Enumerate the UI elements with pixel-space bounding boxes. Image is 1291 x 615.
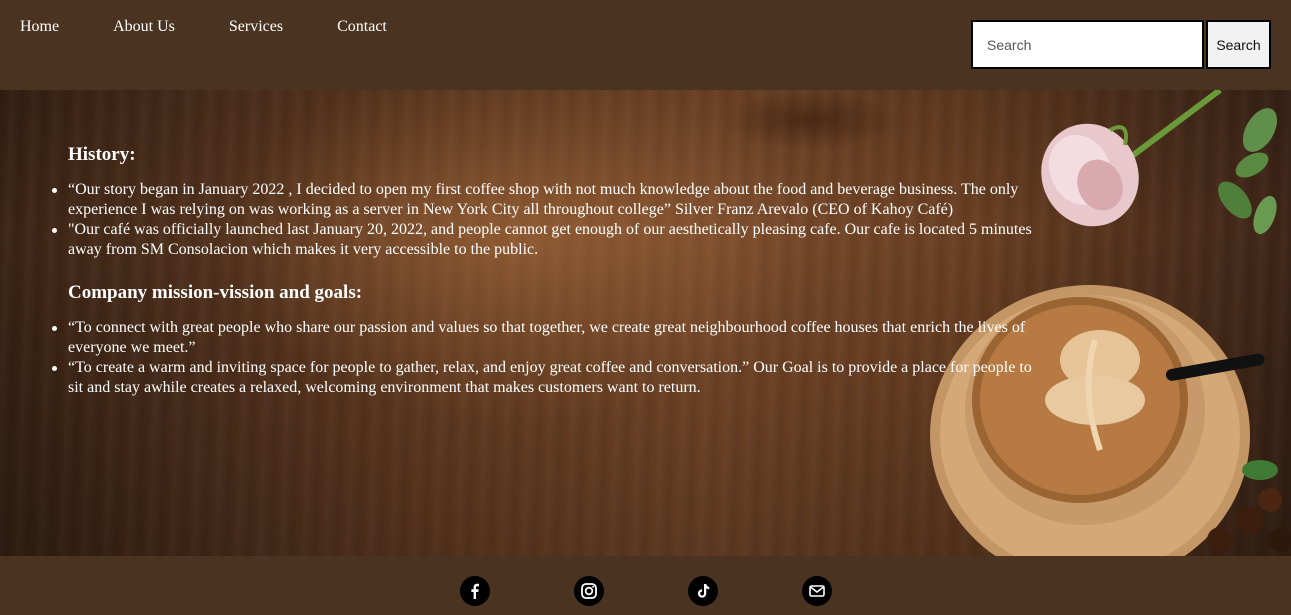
nav-contact[interactable]: Contact (337, 18, 387, 36)
search-input[interactable] (971, 20, 1204, 69)
list-item: “To connect with great people who share … (52, 318, 1048, 358)
nav-services[interactable]: Services (229, 18, 283, 36)
main-nav: Home About Us Services Contact (0, 18, 421, 36)
footer (0, 556, 1291, 615)
mission-list: “To connect with great people who share … (52, 318, 1048, 398)
history-list: “Our story began in January 2022 , I dec… (52, 180, 1048, 260)
nav-about-us[interactable]: About Us (113, 18, 175, 36)
about-content: History: “Our story began in January 202… (52, 144, 1048, 412)
wood-grain-decoration (720, 90, 900, 150)
nav-home[interactable]: Home (20, 18, 59, 36)
list-item: “To create a warm and inviting space for… (52, 358, 1048, 398)
facebook-icon[interactable] (460, 576, 490, 606)
hero-section: History: “Our story began in January 202… (0, 90, 1291, 556)
list-item: "Our café was officially launched last J… (52, 220, 1048, 260)
header: Home About Us Services Contact Search (0, 0, 1291, 90)
mail-icon[interactable] (802, 576, 832, 606)
search-form: Search (971, 20, 1271, 69)
tiktok-icon[interactable] (688, 576, 718, 606)
mission-heading: Company mission-vission and goals: (68, 282, 363, 303)
search-button[interactable]: Search (1206, 20, 1271, 69)
instagram-icon[interactable] (574, 576, 604, 606)
history-heading: History: (68, 144, 136, 165)
list-item: “Our story began in January 2022 , I dec… (52, 180, 1048, 220)
